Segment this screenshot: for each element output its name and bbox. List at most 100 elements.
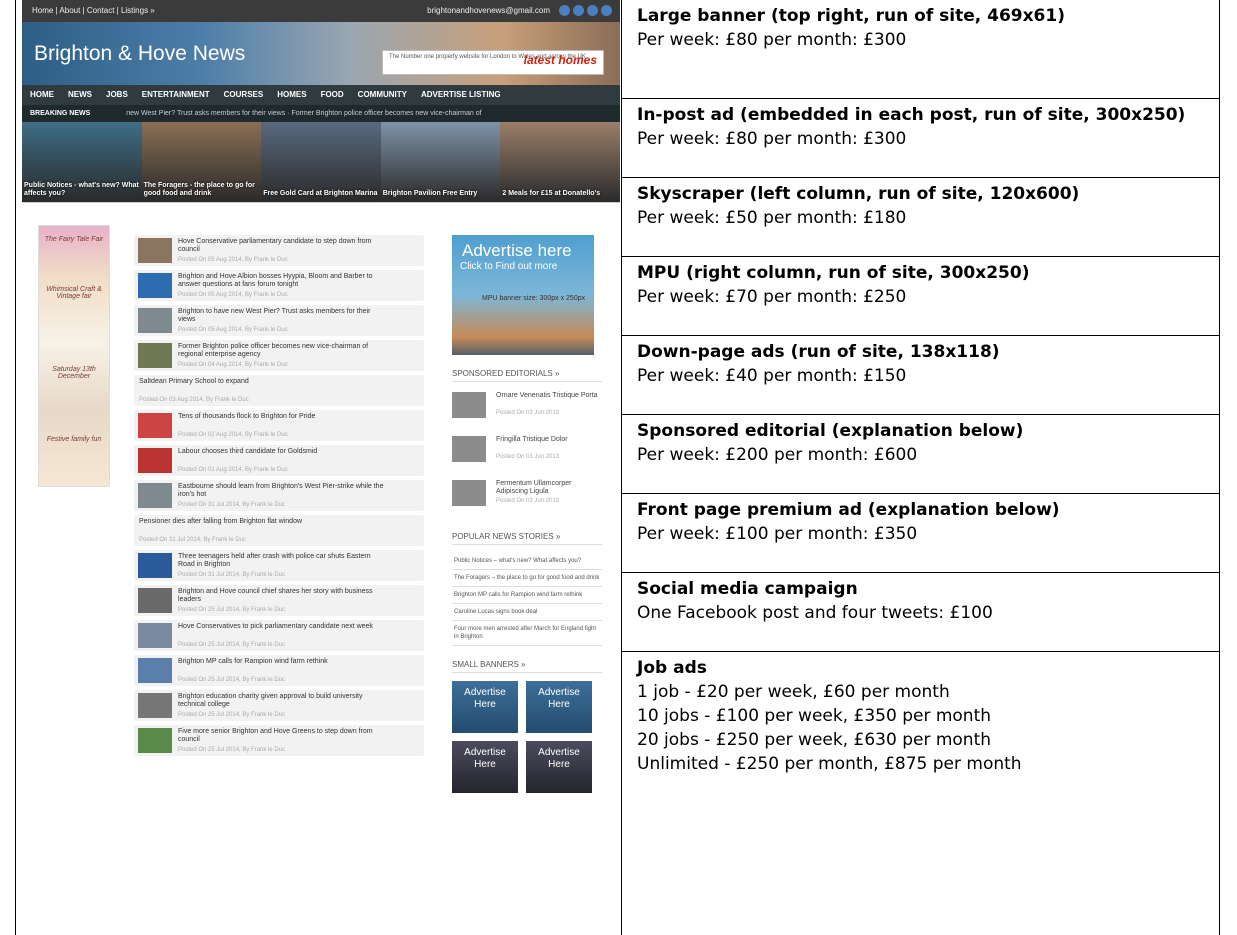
sponsored-item[interactable]: Ornare Venenatis Tristique Porta Posted O… bbox=[452, 390, 602, 430]
news-item[interactable]: Pensioner dies after falling from Bright… bbox=[134, 515, 424, 546]
skyscraper-ad[interactable]: The Fairy Tale Fair Whimsical Craft & Vin… bbox=[38, 225, 110, 487]
small-banners-heading[interactable]: SMALL BANNERS » bbox=[452, 660, 602, 673]
sponsored-item[interactable]: Fringilla Tristique Dolor Posted On 03 Ju… bbox=[452, 434, 602, 474]
news-title[interactable]: Former Brighton police officer becomes n… bbox=[178, 343, 388, 359]
slide-item[interactable]: Public Notices - what's new? What affect… bbox=[22, 122, 142, 202]
rate-price: Per week: £80 per month: £300 bbox=[637, 30, 907, 50]
topbar-email[interactable]: brightonandhovenews@gmail.com bbox=[427, 0, 550, 22]
nav-item[interactable]: NEWS bbox=[68, 85, 92, 105]
news-thumbnail bbox=[138, 728, 172, 753]
news-meta: Posted On 25 Jul 2014, By Frank le Duc bbox=[178, 677, 286, 683]
news-item[interactable]: Brighton MP calls for Rampion wind farm … bbox=[134, 655, 424, 686]
news-item[interactable]: Hove Conservative parliamentary candidat… bbox=[134, 235, 424, 266]
rate-row: Social media campaign One Facebook post a… bbox=[622, 573, 1220, 652]
skyscraper-text: The Fairy Tale Fair bbox=[44, 236, 104, 243]
rate-price: Per week: £200 per month: £600 bbox=[637, 445, 918, 465]
nav-item[interactable]: ADVERTISE LISTING bbox=[421, 85, 501, 105]
news-item[interactable]: Brighton and Hove council chief shares h… bbox=[134, 585, 424, 616]
nav-item[interactable]: ENTERTAINMENT bbox=[142, 85, 210, 105]
news-title[interactable]: Three teenagers held after crash with po… bbox=[178, 553, 388, 569]
site-logo[interactable]: Brighton & Hove News bbox=[34, 42, 245, 66]
sponsored-meta: Posted On 03 Jun 2013 bbox=[496, 454, 560, 460]
news-title[interactable]: Brighton to have new West Pier? Trust as… bbox=[178, 308, 388, 324]
news-item[interactable]: Labour chooses third candidate for Golds… bbox=[134, 445, 424, 476]
sponsored-title[interactable]: Fermentum Ullamcorper Adipiscing Ligula bbox=[496, 480, 600, 496]
news-title[interactable]: Brighton and Hove Albion bosses Hyypia, … bbox=[178, 273, 388, 289]
news-item[interactable]: Tens of thousands flock to Brighton for … bbox=[134, 410, 424, 441]
rate-heading: Social media campaign bbox=[637, 579, 858, 599]
news-thumbnail bbox=[138, 588, 172, 613]
news-item[interactable]: Brighton and Hove Albion bosses Hyypia, … bbox=[134, 270, 424, 301]
popular-story[interactable]: The Foragers – the place to go for good … bbox=[452, 570, 602, 587]
news-title[interactable]: Saltdean Primary School to expand bbox=[139, 378, 349, 386]
header-banner-ad[interactable]: The Number one property website for Lond… bbox=[382, 50, 604, 75]
facebook-icon[interactable] bbox=[559, 5, 570, 16]
popular-story[interactable]: Caroline Lucas signs book deal bbox=[452, 604, 602, 621]
mpu-ad[interactable]: Advertise here Click to Find out more MP… bbox=[452, 235, 594, 355]
sponsored-thumbnail bbox=[452, 392, 486, 418]
news-item[interactable]: Eastbourne should learn from Brighton's … bbox=[134, 480, 424, 511]
slide-caption: Free Gold Card at Brighton Marina bbox=[263, 190, 378, 197]
nav-item[interactable]: HOMES bbox=[277, 85, 306, 105]
news-title[interactable]: Brighton education charity given approva… bbox=[178, 693, 388, 709]
small-banner-ad[interactable]: Advertise Here bbox=[452, 681, 518, 733]
rate-row: Large banner (top right, run of site, 46… bbox=[622, 0, 1220, 99]
nav-item[interactable]: COMMUNITY bbox=[358, 85, 407, 105]
popular-story[interactable]: Four more men arrested after March for E… bbox=[452, 621, 602, 646]
rate-heading: Front page premium ad (explanation below… bbox=[637, 500, 1060, 520]
slide-item[interactable]: Brighton Pavilion Free Entry bbox=[380, 122, 501, 202]
rate-heading: Large banner (top right, run of site, 46… bbox=[637, 6, 1065, 26]
breaking-label: BREAKING NEWS bbox=[30, 110, 91, 117]
news-title[interactable]: Five more senior Brighton and Hove Green… bbox=[178, 728, 388, 744]
twitter-icon[interactable] bbox=[573, 5, 584, 16]
rate-price: 1 job - £20 per week, £60 per month bbox=[637, 682, 950, 702]
rate-table: Large banner (top right, run of site, 46… bbox=[622, 0, 1220, 935]
small-banner-ad[interactable]: Advertise Here bbox=[452, 741, 518, 793]
news-title[interactable]: Eastbourne should learn from Brighton's … bbox=[178, 483, 388, 499]
popular-heading[interactable]: POPULAR NEWS STORIES » bbox=[452, 532, 602, 545]
header-ad-brand: latest homes bbox=[523, 53, 597, 67]
rate-price: Per week: £40 per month: £150 bbox=[637, 366, 907, 386]
popular-story[interactable]: Brighton MP calls for Rampion wind farm … bbox=[452, 587, 602, 604]
news-title[interactable]: Brighton MP calls for Rampion wind farm … bbox=[178, 658, 388, 666]
news-title[interactable]: Brighton and Hove council chief shares h… bbox=[178, 588, 388, 604]
news-meta: Posted On 25 Jul 2014, By Frank le Duc bbox=[178, 642, 286, 648]
news-item[interactable]: Five more senior Brighton and Hove Green… bbox=[134, 725, 424, 756]
news-meta: Posted On 04 Aug 2014, By Frank le Duc bbox=[178, 362, 288, 368]
news-meta: Posted On 03 Aug 2014, By Frank le Duc bbox=[139, 397, 249, 403]
news-title[interactable]: Tens of thousands flock to Brighton for … bbox=[178, 413, 388, 421]
rss-icon[interactable] bbox=[587, 5, 598, 16]
news-title[interactable]: Labour chooses third candidate for Golds… bbox=[178, 448, 388, 456]
slide-item[interactable]: 2 Meals for £15 at Donatello's bbox=[500, 122, 620, 202]
news-item[interactable]: Brighton education charity given approva… bbox=[134, 690, 424, 721]
topbar-links[interactable]: Home | About | Contact | Listings » bbox=[32, 6, 155, 15]
breaking-text[interactable]: new West Pier? Trust asks members for th… bbox=[126, 110, 481, 117]
news-item[interactable]: Hove Conservatives to pick parliamentary… bbox=[134, 620, 424, 651]
nav-item[interactable]: HOME bbox=[30, 85, 54, 105]
sponsored-title[interactable]: Ornare Venenatis Tristique Porta bbox=[496, 392, 600, 400]
small-banner-ad[interactable]: Advertise Here bbox=[526, 681, 592, 733]
popular-story[interactable]: Public Notices – what's new? What affect… bbox=[452, 553, 602, 570]
nav-item[interactable]: COURSES bbox=[224, 85, 264, 105]
slide-item[interactable]: The Foragers - the place to go for good … bbox=[141, 122, 262, 202]
news-thumbnail bbox=[138, 413, 172, 438]
site-topbar: Home | About | Contact | Listings » brig… bbox=[22, 0, 620, 22]
slide-caption: The Foragers - the place to go for good … bbox=[143, 182, 255, 197]
news-thumbnail bbox=[138, 483, 172, 508]
slide-item[interactable]: Free Gold Card at Brighton Marina bbox=[261, 122, 381, 202]
nav-item[interactable]: FOOD bbox=[321, 85, 344, 105]
news-title[interactable]: Hove Conservative parliamentary candidat… bbox=[178, 238, 388, 254]
sponsored-heading[interactable]: SPONSORED EDITORIALS » bbox=[452, 369, 602, 382]
nav-item[interactable]: JOBS bbox=[106, 85, 128, 105]
news-title[interactable]: Hove Conservatives to pick parliamentary… bbox=[178, 623, 388, 631]
sponsored-item[interactable]: Fermentum Ullamcorper Adipiscing Ligula P… bbox=[452, 478, 602, 518]
small-banner-ad[interactable]: Advertise Here bbox=[526, 741, 592, 793]
news-item[interactable]: Brighton to have new West Pier? Trust as… bbox=[134, 305, 424, 336]
sponsored-title[interactable]: Fringilla Tristique Dolor bbox=[496, 436, 600, 444]
news-item[interactable]: Former Brighton police officer becomes n… bbox=[134, 340, 424, 371]
news-item[interactable]: Three teenagers held after crash with po… bbox=[134, 550, 424, 581]
search-icon[interactable] bbox=[601, 5, 612, 16]
news-title[interactable]: Pensioner dies after falling from Bright… bbox=[139, 518, 349, 526]
news-item[interactable]: Saltdean Primary School to expand Posted … bbox=[134, 375, 424, 406]
rate-price: Per week: £80 per month: £300 bbox=[637, 129, 907, 149]
